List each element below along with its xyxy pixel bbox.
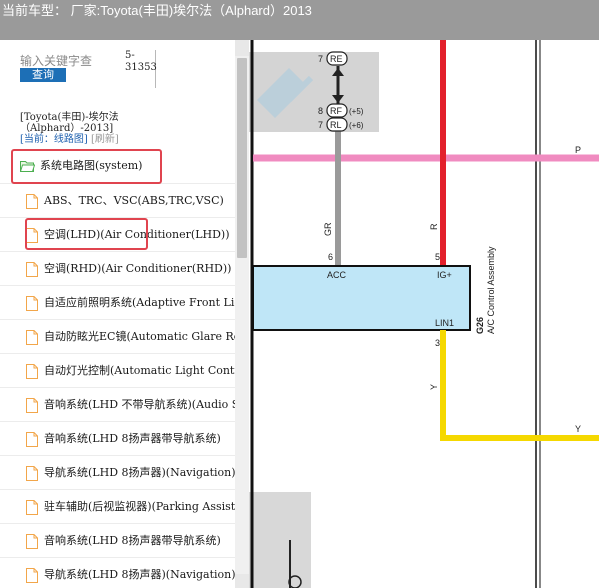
current-view: [当前：线路图] [刷新] — [20, 134, 119, 145]
tree-item-label: 导航系统(LHD 8扬声器)(Navigation) — [44, 466, 236, 479]
wire-yellow — [440, 330, 599, 441]
scroll-down-button[interactable] — [235, 574, 249, 588]
document-icon — [26, 398, 38, 413]
tree-item[interactable]: 音响系统(LHD 8扬声器带导航系统) — [0, 524, 236, 558]
tree-item[interactable]: 自动防眩光EC镜(Automatic Glare Resistant EC Mi… — [0, 320, 236, 354]
title-bar: 当前车型： 厂家:Toyota(丰田)埃尔法（Alphard）2013 — [0, 0, 599, 40]
document-icon — [26, 432, 38, 447]
tree-item-label: 自动防眩光EC镜(Automatic Glare Resistant EC Mi… — [44, 330, 236, 343]
tree-item[interactable]: 空调(LHD)(Air Conditioner(LHD)) — [0, 218, 236, 252]
title-text: 当前车型： 厂家:Toyota(丰田)埃尔法（Alphard）2013 — [2, 3, 312, 18]
tree-item[interactable]: 自适应前照明系统(Adaptive Front Lighting) — [0, 286, 236, 320]
watermark-panel-lower — [249, 492, 311, 588]
document-icon — [26, 296, 38, 311]
pin-rl-number: 7 — [318, 120, 323, 130]
left-panel: 查询 5- 31353 [Toyota(丰田)-埃尔法 （Alphard）-20… — [0, 40, 249, 588]
document-icon — [26, 568, 38, 583]
tree-item[interactable]: 音响系统(LHD 8扬声器带导航系统) — [0, 422, 236, 456]
tree-item-label: 音响系统(LHD 8扬声器带导航系统) — [44, 534, 221, 547]
wire-label-yellow-left: Y — [429, 384, 439, 390]
tree-item-label: 自动灯光控制(Automatic Light Control) — [44, 364, 236, 377]
tree-item[interactable]: ABS、TRC、VSC(ABS,TRC,VSC) — [0, 184, 236, 218]
connector-name: A/C Control Assembly — [486, 246, 496, 334]
current-prefix: [当前： — [20, 134, 54, 145]
scroll-thumb[interactable] — [237, 58, 247, 258]
tree-item[interactable]: 导航系统(LHD 8扬声器)(Navigation) — [0, 558, 236, 588]
vertical-scrollbar[interactable] — [235, 40, 249, 588]
tree-item[interactable]: 导航系统(LHD 8扬声器)(Navigation) — [0, 456, 236, 490]
pin-acc-number: 6 — [328, 252, 333, 262]
result-count-line2: 31353 — [125, 62, 157, 73]
search-input[interactable] — [20, 53, 122, 68]
document-icon — [26, 534, 38, 549]
tree-item-label: 音响系统(LHD 8扬声器带导航系统) — [44, 432, 221, 445]
document-icon — [26, 228, 38, 243]
tree-item[interactable]: 驻车辅助(后视监视器)(Parking Assist) — [0, 490, 236, 524]
result-count-line1: 5- — [125, 50, 135, 61]
tree-item-label: 空调(RHD)(Air Conditioner(RHD)) — [44, 262, 232, 275]
document-icon — [26, 364, 38, 379]
document-icon — [26, 194, 38, 209]
result-count: 5- 31353 — [122, 50, 157, 88]
tree-item[interactable]: 音响系统(LHD 不带导航系统)(Audio System) — [0, 388, 236, 422]
wire-label-yellow-right: Y — [575, 424, 581, 434]
pin-ig-number: 5 — [435, 252, 440, 262]
tree-item[interactable]: 自动灯光控制(Automatic Light Control) — [0, 354, 236, 388]
search-button[interactable]: 查询 — [20, 68, 66, 82]
tree-root-label: 系统电路图(system) — [40, 159, 143, 172]
pin-lin-number: 3 — [435, 338, 440, 348]
pin-rf-number: 8 — [318, 106, 323, 116]
pin-ig-label: IG+ — [437, 270, 452, 280]
pin-rf-suffix: (+5) — [349, 107, 364, 116]
pin-re-code: RE — [330, 54, 343, 64]
vehicle-info: [Toyota(丰田)-埃尔法 （Alphard）-2013] [当前：线路图]… — [20, 112, 119, 145]
vehicle-info-line1: [Toyota(丰田)-埃尔法 — [20, 112, 119, 123]
scroll-up-button[interactable] — [235, 40, 249, 56]
tree-item-label: 自适应前照明系统(Adaptive Front Lighting) — [44, 296, 236, 309]
pin-rf-code: RF — [330, 106, 342, 116]
tree-root-system[interactable]: 系统电路图(system) — [0, 148, 236, 184]
tree-item-label: 空调(LHD)(Air Conditioner(LHD)) — [44, 228, 230, 241]
refresh-link[interactable]: [刷新] — [91, 134, 119, 145]
wiring-diagram: P GR 7 RE 8 RF (+5) 7 RL (+6) R 6 ACC 5 … — [249, 40, 599, 588]
pin-rl-code: RL — [330, 120, 342, 130]
wire-label-pink: P — [575, 145, 581, 155]
document-icon — [26, 500, 38, 515]
document-icon — [26, 330, 38, 345]
tree-item[interactable]: 空调(RHD)(Air Conditioner(RHD)) — [0, 252, 236, 286]
current-suffix: ] — [83, 134, 88, 145]
document-icon — [26, 466, 38, 481]
current-value-link[interactable]: 线路图 — [54, 134, 84, 145]
tree-item-label: 导航系统(LHD 8扬声器)(Navigation) — [44, 568, 236, 581]
document-icon — [26, 262, 38, 277]
pin-lin-label: LIN1 — [435, 318, 454, 328]
tree-item-label: ABS、TRC、VSC(ABS,TRC,VSC) — [44, 194, 224, 207]
pin-acc-label: ACC — [327, 270, 347, 280]
pin-re-number: 7 — [318, 54, 323, 64]
tree-item-label: 音响系统(LHD 不带导航系统)(Audio System) — [44, 398, 236, 411]
connector-code: G26 — [475, 317, 485, 334]
pin-rl-suffix: (+6) — [349, 121, 364, 130]
tree-item-label: 驻车辅助(后视监视器)(Parking Assist) — [44, 500, 236, 513]
folder-open-icon — [20, 161, 35, 172]
vehicle-info-line2: （Alphard）-2013] — [20, 123, 114, 134]
system-tree: 系统电路图(system) ABS、TRC、VSC(ABS,TRC,VSC) 空… — [0, 148, 236, 588]
wire-label-red: R — [429, 223, 439, 230]
wire-label-gray: GR — [323, 222, 333, 236]
